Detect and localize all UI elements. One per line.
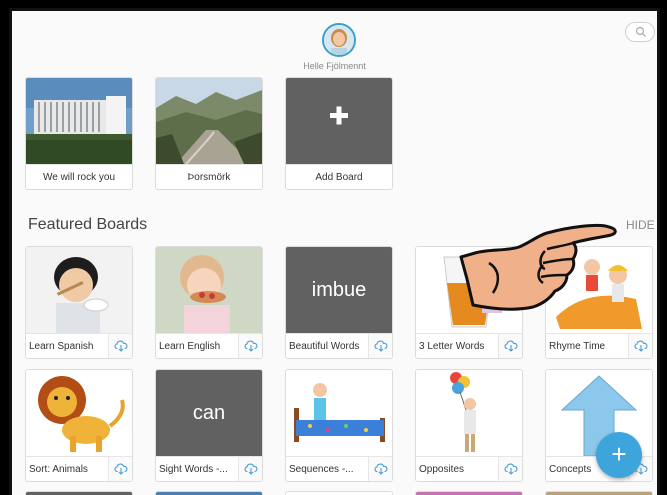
balloon-man-cartoon [416,370,522,456]
download-button[interactable] [498,334,522,358]
cloud-download-icon [374,463,388,475]
add-board-tile [286,78,392,164]
add-board-button[interactable]: Add Board [285,77,393,190]
board-label: Þorsmörk [156,164,262,189]
featured-card-partial[interactable] [415,491,523,495]
pointing-hand-icon [459,223,617,311]
word-tile: can [156,370,262,456]
featured-card-partial[interactable] [545,491,653,495]
plus-icon [330,106,348,125]
card-caption: Learn Spanish [26,333,132,358]
card-caption: Opposites [416,456,522,481]
featured-card-beautiful-words[interactable]: imbue Beautiful Words [285,246,393,359]
board-label: Opposites [419,464,465,475]
featured-card-sort-animals[interactable]: Sort: Animals [25,369,133,482]
add-fab-button[interactable]: + [596,432,642,478]
featured-boards-title: Featured Boards [28,216,148,233]
board-label: Concepts [549,464,592,475]
featured-card-partial[interactable] [155,491,263,495]
card-caption: Beautiful Words [286,333,392,358]
search-button[interactable] [625,22,655,42]
search-icon [635,26,646,37]
featured-card-learn-english[interactable]: Learn English [155,246,263,359]
card-caption: 3 Letter Words [416,333,522,358]
card-caption: Sequences -... [286,456,392,481]
card-caption: Sight Words -... [156,456,262,481]
download-button[interactable] [108,334,132,358]
word-tile: imbue [286,247,392,333]
lion-cartoon [26,370,132,456]
cloud-download-icon [244,463,258,475]
download-button[interactable] [498,457,522,481]
cloud-download-icon [374,340,388,352]
board-card-thorsmork[interactable]: Þorsmörk [155,77,263,190]
board-label: Add Board [286,164,392,189]
building-photo [26,78,132,164]
board-label: We will rock you [26,164,132,189]
bed-cartoon [286,370,392,456]
cloud-download-icon [504,463,518,475]
featured-card-learn-spanish[interactable]: Learn Spanish [25,246,133,359]
board-label: Sort: Animals [29,464,88,475]
download-button[interactable] [108,457,132,481]
cloud-download-icon [114,463,128,475]
board-label: Rhyme Time [549,341,606,352]
featured-card-partial[interactable] [285,491,393,495]
card-caption: Rhyme Time [546,333,652,358]
cloud-download-icon [504,340,518,352]
featured-card-partial[interactable] [25,491,133,495]
board-label: 3 Letter Words [419,341,485,352]
board-label: Learn English [159,341,221,352]
hide-featured-link[interactable]: HIDE [626,218,655,232]
download-button[interactable] [368,334,392,358]
board-label: Sight Words -... [159,464,228,475]
cloud-download-icon [634,340,648,352]
featured-card-opposites[interactable]: Opposites [415,369,523,482]
cloud-download-icon [114,340,128,352]
board-label: Sequences -... [289,464,354,475]
featured-card-sight-words[interactable]: can Sight Words -... [155,369,263,482]
featured-card-sequences[interactable]: Sequences -... [285,369,393,482]
cloud-download-icon [244,340,258,352]
valley-photo [156,78,262,164]
board-label: Beautiful Words [289,341,360,352]
download-button[interactable] [628,334,652,358]
boy-eating-photo [26,247,132,333]
owner-name: Helle Fjölmennt [303,61,366,71]
avatar[interactable] [322,23,356,57]
card-caption: Sort: Animals [26,456,132,481]
board-card-we-will-rock-you[interactable]: We will rock you [25,77,133,190]
download-button[interactable] [238,457,262,481]
download-button[interactable] [368,457,392,481]
app-screen: Helle Fjölmennt We will rock you Þorsmör… [9,8,660,495]
download-button[interactable] [238,334,262,358]
board-label: Learn Spanish [29,341,94,352]
girl-eating-photo [156,247,262,333]
card-caption: Learn English [156,333,262,358]
